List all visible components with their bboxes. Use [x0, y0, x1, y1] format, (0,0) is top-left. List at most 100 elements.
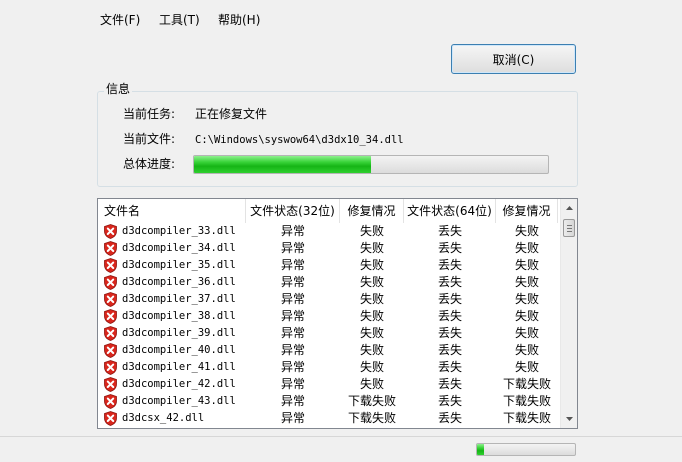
table-row[interactable]: d3dcompiler_38.dll 异常 失败 丢失 失败 — [98, 308, 560, 325]
cancel-button[interactable]: 取消(C) — [451, 44, 576, 74]
table-row[interactable]: d3dcompiler_37.dll 异常 失败 丢失 失败 — [98, 291, 560, 308]
status-32-cell: 异常 — [280, 343, 305, 357]
repair-32-cell: 失败 — [359, 343, 384, 357]
column-header-filename[interactable]: 文件名 — [98, 199, 246, 223]
status-progress-fill — [477, 444, 484, 455]
repair-64-cell: 下载失败 — [502, 411, 551, 425]
scroll-down-arrow-icon[interactable] — [561, 412, 577, 426]
menu-tools[interactable]: 工具(T) — [159, 12, 200, 28]
file-name-cell: d3dcompiler_33.dll — [122, 225, 236, 237]
status-64-cell: 丢失 — [437, 241, 462, 255]
status-32-cell: 异常 — [280, 292, 305, 306]
file-name-cell: d3dcompiler_41.dll — [122, 361, 236, 373]
repair-64-cell: 下载失败 — [502, 377, 551, 391]
repair-32-cell: 失败 — [359, 224, 384, 238]
repair-32-cell: 失败 — [359, 377, 384, 391]
repair-64-cell: 失败 — [514, 258, 539, 272]
file-name-cell: d3dcompiler_34.dll — [122, 242, 236, 254]
status-64-cell: 丢失 — [437, 411, 462, 425]
current-task-label: 当前任务: — [123, 107, 176, 121]
status-64-cell: 丢失 — [437, 377, 462, 391]
file-list-header: 文件名 文件状态(32位) 修复情况 文件状态(64位) 修复情况 — [98, 199, 560, 223]
scroll-thumb[interactable] — [563, 219, 575, 237]
column-header-status-64[interactable]: 文件状态(64位) — [404, 199, 496, 223]
status-32-cell: 异常 — [280, 411, 305, 425]
status-64-cell: 丢失 — [437, 309, 462, 323]
status-32-cell: 异常 — [280, 224, 305, 238]
overall-progress-label: 总体进度: — [123, 157, 176, 171]
repair-64-cell: 失败 — [514, 360, 539, 374]
current-task-value: 正在修复文件 — [195, 107, 268, 121]
repair-32-cell: 失败 — [359, 275, 384, 289]
table-row[interactable]: d3dcsx_42.dll 异常 下载失败 丢失 下载失败 — [98, 410, 560, 427]
menu-file[interactable]: 文件(F) — [100, 12, 140, 28]
table-row[interactable]: d3dcompiler_34.dll 异常 失败 丢失 失败 — [98, 240, 560, 257]
overall-progress-fill — [194, 156, 371, 173]
current-file-label: 当前文件: — [123, 132, 176, 146]
file-name-cell: d3dcompiler_42.dll — [122, 378, 236, 390]
repair-64-cell: 失败 — [514, 275, 539, 289]
column-header-status-32[interactable]: 文件状态(32位) — [246, 199, 340, 223]
status-64-cell: 丢失 — [437, 275, 462, 289]
status-32-cell: 异常 — [280, 275, 305, 289]
repair-32-cell: 失败 — [359, 292, 384, 306]
table-row[interactable]: d3dcompiler_36.dll 异常 失败 丢失 失败 — [98, 274, 560, 291]
status-64-cell: 丢失 — [437, 394, 462, 408]
overall-progress-bar — [193, 155, 549, 174]
menu-help[interactable]: 帮助(H) — [218, 12, 260, 28]
file-name-cell: d3dcompiler_38.dll — [122, 310, 236, 322]
repair-64-cell: 下载失败 — [502, 394, 551, 408]
status-32-cell: 异常 — [280, 326, 305, 340]
info-group-title: 信息 — [104, 82, 133, 97]
repair-32-cell: 失败 — [359, 309, 384, 323]
status-64-cell: 丢失 — [437, 326, 462, 340]
status-32-cell: 异常 — [280, 241, 305, 255]
file-name-cell: d3dcompiler_35.dll — [122, 259, 236, 271]
repair-64-cell: 失败 — [514, 343, 539, 357]
table-row[interactable]: d3dcompiler_40.dll 异常 失败 丢失 失败 — [98, 342, 560, 359]
file-name-cell: d3dcompiler_40.dll — [122, 344, 236, 356]
status-32-cell: 异常 — [280, 377, 305, 391]
status-32-cell: 异常 — [280, 309, 305, 323]
repair-32-cell: 失败 — [359, 241, 384, 255]
column-header-repair-64[interactable]: 修复情况 — [496, 199, 558, 223]
repair-64-cell: 失败 — [514, 309, 539, 323]
status-64-cell: 丢失 — [437, 360, 462, 374]
repair-64-cell: 失败 — [514, 326, 539, 340]
status-32-cell: 异常 — [280, 258, 305, 272]
file-name-cell: d3dcompiler_37.dll — [122, 293, 236, 305]
table-row[interactable]: d3dcompiler_43.dll 异常 下载失败 丢失 下载失败 — [98, 393, 560, 410]
file-name-cell: d3dcompiler_39.dll — [122, 327, 236, 339]
menu-bar: 文件(F) 工具(T) 帮助(H) — [0, 0, 682, 38]
file-name-cell: d3dcompiler_43.dll — [122, 395, 236, 407]
status-32-cell: 异常 — [280, 394, 305, 408]
table-row[interactable]: d3dcompiler_39.dll 异常 失败 丢失 失败 — [98, 325, 560, 342]
repair-32-cell: 下载失败 — [347, 394, 396, 408]
repair-64-cell: 失败 — [514, 292, 539, 306]
vertical-scrollbar[interactable] — [560, 199, 577, 428]
status-64-cell: 丢失 — [437, 224, 462, 238]
table-row[interactable]: d3dcompiler_42.dll 异常 失败 丢失 下载失败 — [98, 376, 560, 393]
file-list-rows: d3dcompiler_33.dll 异常 失败 丢失 失败 d3dcompiler_34… — [98, 223, 560, 427]
repair-32-cell: 失败 — [359, 258, 384, 272]
repair-64-cell: 失败 — [514, 241, 539, 255]
scroll-up-arrow-icon[interactable] — [561, 201, 577, 215]
current-file-value: C:\Windows\syswow64\d3dx10_34.dll — [195, 134, 404, 146]
status-64-cell: 丢失 — [437, 343, 462, 357]
status-32-cell: 异常 — [280, 360, 305, 374]
file-name-cell: d3dcompiler_36.dll — [122, 276, 236, 288]
repair-32-cell: 下载失败 — [347, 411, 396, 425]
repair-32-cell: 失败 — [359, 326, 384, 340]
status-progress-bar — [476, 443, 576, 456]
column-header-repair-32[interactable]: 修复情况 — [340, 199, 404, 223]
table-row[interactable]: d3dcompiler_41.dll 异常 失败 丢失 失败 — [98, 359, 560, 376]
table-row[interactable]: d3dcompiler_35.dll 异常 失败 丢失 失败 — [98, 257, 560, 274]
repair-32-cell: 失败 — [359, 360, 384, 374]
file-list[interactable]: 文件名 文件状态(32位) 修复情况 文件状态(64位) 修复情况 d3dcom… — [97, 198, 578, 429]
repair-64-cell: 失败 — [514, 224, 539, 238]
status-bar — [0, 436, 682, 462]
table-row[interactable]: d3dcompiler_33.dll 异常 失败 丢失 失败 — [98, 223, 560, 240]
file-name-cell: d3dcsx_42.dll — [122, 412, 205, 424]
status-64-cell: 丢失 — [437, 292, 462, 306]
status-64-cell: 丢失 — [437, 258, 462, 272]
